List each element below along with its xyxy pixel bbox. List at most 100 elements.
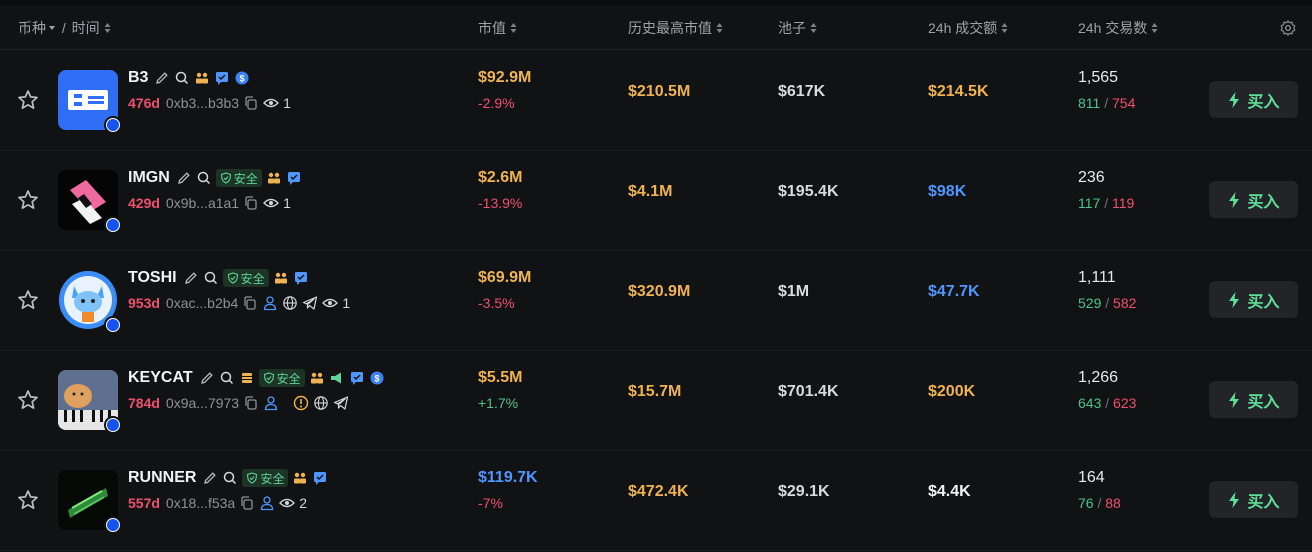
- copy-icon[interactable]: [243, 195, 259, 211]
- buy-button[interactable]: 买入: [1209, 381, 1298, 418]
- favorite-star-icon[interactable]: [16, 288, 40, 312]
- edit-pencil-icon[interactable]: [183, 270, 199, 286]
- base-chain-icon: [104, 316, 122, 334]
- token-avatar[interactable]: [58, 470, 122, 534]
- buy-button[interactable]: 买入: [1209, 181, 1298, 218]
- caret-down-icon[interactable]: [48, 24, 56, 32]
- contract-address[interactable]: 0x18...f53a: [166, 495, 235, 511]
- token-name[interactable]: RUNNER: [128, 469, 196, 487]
- warning-alert-icon[interactable]: [293, 395, 309, 411]
- chat-verified-icon: [314, 472, 327, 485]
- ath-header-label[interactable]: 历史最高市值: [628, 18, 712, 38]
- buy-button[interactable]: 买入: [1209, 81, 1298, 118]
- contract-address[interactable]: 0x9a...7973: [166, 395, 239, 411]
- time-header-label[interactable]: 时间: [72, 18, 100, 38]
- search-icon[interactable]: [174, 70, 190, 86]
- copy-icon[interactable]: [239, 495, 255, 511]
- tx-count: 1,266: [1078, 369, 1119, 386]
- table-row[interactable]: IMGN 安全 429d 0x9b...a1a1 1 $2.6M -13.9% …: [0, 150, 1312, 251]
- user-profile-icon[interactable]: [259, 495, 275, 511]
- mcap-header-label[interactable]: 市值: [478, 18, 506, 38]
- telegram-icon[interactable]: [333, 395, 349, 411]
- sort-icon[interactable]: [716, 22, 723, 34]
- contract-address[interactable]: 0xb3...b3b3: [166, 95, 239, 111]
- chat-verified-icon: [287, 172, 300, 185]
- svg-text:$: $: [240, 74, 245, 84]
- buy-button[interactable]: 买入: [1209, 481, 1298, 518]
- edit-pencil-icon[interactable]: [202, 470, 218, 486]
- mcap-column-header[interactable]: 市值: [478, 18, 517, 38]
- globe-website-icon[interactable]: [313, 395, 329, 411]
- user-profile-icon[interactable]: [262, 295, 278, 311]
- pool-header-label[interactable]: 池子: [778, 18, 806, 38]
- token-name[interactable]: TOSHI: [128, 269, 177, 287]
- settings-gear-icon[interactable]: [1279, 19, 1297, 37]
- token-name[interactable]: IMGN: [128, 169, 170, 187]
- token-avatar[interactable]: [58, 70, 122, 134]
- contract-address[interactable]: 0xac...b2b4: [166, 295, 238, 311]
- globe-website-icon[interactable]: [282, 295, 298, 311]
- token-avatar[interactable]: [58, 170, 122, 234]
- sort-icon[interactable]: [1151, 22, 1158, 34]
- telegram-icon[interactable]: [302, 295, 318, 311]
- favorite-star-icon[interactable]: [16, 488, 40, 512]
- buy-button-label[interactable]: 买入: [1247, 288, 1279, 312]
- base-chain-icon: [104, 116, 122, 134]
- search-icon[interactable]: [219, 370, 235, 386]
- search-icon[interactable]: [196, 170, 212, 186]
- sort-icon[interactable]: [810, 22, 817, 34]
- tx-header-label[interactable]: 24h 交易数: [1078, 18, 1147, 38]
- edit-pencil-icon[interactable]: [199, 370, 215, 386]
- sort-icon[interactable]: [104, 22, 111, 34]
- edit-pencil-icon[interactable]: [154, 70, 170, 86]
- coin-column-header[interactable]: 币种 / 时间: [18, 18, 111, 38]
- table-row[interactable]: RUNNER 安全 557d 0x18...f53a 2 $119.7K -7%…: [0, 450, 1312, 551]
- volume-header-label[interactable]: 24h 成交额: [928, 18, 997, 38]
- copy-icon[interactable]: [242, 295, 258, 311]
- buy-button-label[interactable]: 买入: [1247, 188, 1279, 212]
- header-separator: /: [58, 20, 70, 36]
- user-profile-icon[interactable]: [263, 395, 279, 411]
- copy-icon[interactable]: [243, 95, 259, 111]
- base-chain-icon: [104, 216, 122, 234]
- search-icon[interactable]: [222, 470, 238, 486]
- table-row[interactable]: KEYCAT 安全 $ 784d 0x9a...7973 $5.5M +1.7%…: [0, 350, 1312, 451]
- token-avatar[interactable]: [58, 270, 122, 334]
- volume-column-header[interactable]: 24h 成交额: [928, 18, 1008, 38]
- table-row[interactable]: TOSHI 安全 953d 0xac...b2b4 1 $69.9M -3.5%…: [0, 250, 1312, 351]
- volume-24h: $200K: [928, 383, 976, 400]
- favorite-star-icon[interactable]: [16, 88, 40, 112]
- buy-button[interactable]: 买入: [1209, 281, 1298, 318]
- price-change: -3.5%: [478, 295, 515, 311]
- coin-header-label[interactable]: 币种: [18, 18, 46, 38]
- tx-column-header[interactable]: 24h 交易数: [1078, 18, 1158, 38]
- token-name[interactable]: KEYCAT: [128, 369, 193, 387]
- search-icon[interactable]: [203, 270, 219, 286]
- eye-icon: [279, 498, 296, 508]
- watcher-count: 2: [299, 495, 307, 511]
- favorite-star-icon[interactable]: [16, 388, 40, 412]
- favorite-star-icon[interactable]: [16, 188, 40, 212]
- table-row[interactable]: B3 $ 476d 0xb3...b3b3 1 $92.9M -2.9% $21…: [0, 50, 1312, 151]
- sort-icon[interactable]: [510, 22, 517, 34]
- token-name-line: IMGN 安全: [128, 169, 302, 187]
- table-header: 币种 / 时间 市值 历史最高市值 池子 24h 成交额 24h 交易数: [0, 5, 1312, 50]
- ath-column-header[interactable]: 历史最高市值: [628, 18, 723, 38]
- copy-icon[interactable]: [243, 395, 259, 411]
- sort-icon[interactable]: [1001, 22, 1008, 34]
- buy-button-label[interactable]: 买入: [1247, 488, 1279, 512]
- eye-icon: [263, 98, 280, 108]
- contract-address[interactable]: 0x9b...a1a1: [166, 195, 239, 211]
- market-cap: $69.9M: [478, 269, 532, 286]
- buy-count: 76: [1078, 495, 1094, 511]
- token-avatar[interactable]: [58, 370, 122, 434]
- token-meta-line: 476d 0xb3...b3b3 1: [128, 95, 291, 111]
- safe-badge: 安全: [215, 169, 262, 187]
- edit-pencil-icon[interactable]: [176, 170, 192, 186]
- buy-button-label[interactable]: 买入: [1247, 88, 1279, 112]
- pool-column-header[interactable]: 池子: [778, 18, 817, 38]
- buy-button-label[interactable]: 买入: [1247, 388, 1279, 412]
- holders-group-icon: [267, 172, 280, 184]
- safe-badge: 安全: [242, 469, 289, 487]
- token-name[interactable]: B3: [128, 69, 148, 87]
